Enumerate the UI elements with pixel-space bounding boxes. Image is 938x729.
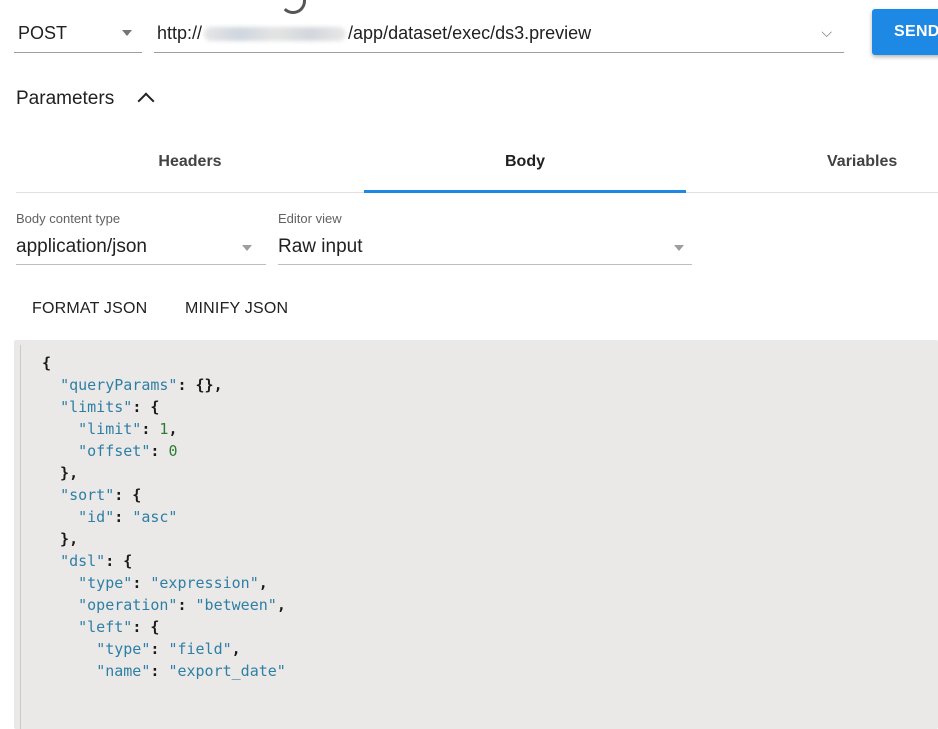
code-token: : (114, 508, 133, 526)
code-token: : {}, (177, 376, 223, 394)
code-token: 0 (168, 442, 178, 460)
code-token: "id" (78, 508, 115, 526)
format-json-button[interactable]: FORMAT JSON (32, 300, 147, 318)
code-token: : (141, 420, 160, 438)
code-token: }, (42, 464, 79, 482)
code-token: "offset" (78, 442, 151, 460)
content-type-value: application/json (16, 236, 147, 257)
code-token: : { (132, 618, 160, 636)
code-token: , (258, 574, 268, 592)
code-line: }, (42, 462, 286, 484)
code-token: : { (132, 398, 160, 416)
code-token: "type" (78, 574, 133, 592)
code-token: : (177, 596, 196, 614)
code-token: "name" (96, 662, 151, 680)
content-type-select[interactable]: application/json (16, 228, 266, 265)
code-token: "sort" (60, 486, 115, 504)
code-token: "left" (78, 618, 133, 636)
code-token: { (42, 354, 52, 372)
code-token: : (150, 662, 169, 680)
dropdown-arrow-icon (674, 245, 684, 251)
code-line: { (42, 352, 286, 374)
editor-view-caption: Editor view (278, 211, 342, 226)
code-token: : { (114, 486, 142, 504)
code-token: , (168, 420, 178, 438)
code-token: }, (42, 530, 79, 548)
minify-json-button[interactable]: MINIFY JSON (185, 300, 288, 318)
url-path: /app/dataset/exec/ds3.preview (348, 23, 592, 43)
code-token: "limit" (78, 420, 142, 438)
send-label: SEND (894, 23, 938, 40)
code-token: , (276, 596, 286, 614)
code-token: : (150, 640, 169, 658)
editor-code[interactable]: { "queryParams": {}, "limits": { "limit"… (42, 352, 286, 682)
code-token: "between" (195, 596, 277, 614)
editor-gutter (20, 345, 21, 729)
code-line: "offset": 0 (42, 440, 286, 462)
url-prefix: http:// (157, 23, 203, 43)
code-token: "field" (168, 640, 232, 658)
code-line: "operation": "between", (42, 594, 286, 616)
code-line: "type": "field", (42, 638, 286, 660)
code-line: "sort": { (42, 484, 286, 506)
editor-view-value: Raw input (278, 236, 363, 257)
code-token: "operation" (78, 596, 178, 614)
code-token: "asc" (132, 508, 178, 526)
loading-spinner-icon (280, 0, 306, 14)
method-value: POST (18, 23, 68, 43)
content-type-caption: Body content type (16, 211, 121, 226)
code-token: "export_date" (168, 662, 286, 680)
code-line: "name": "export_date" (42, 660, 286, 682)
tab-body[interactable]: Body (364, 140, 686, 192)
tab-variables[interactable]: Variables (760, 140, 938, 192)
tab-headers[interactable]: Headers (16, 140, 364, 192)
code-line: "queryParams": {}, (42, 374, 286, 396)
editor-view-select[interactable]: Raw input (278, 228, 692, 265)
send-button[interactable]: SEND (872, 9, 938, 55)
dropdown-arrow-icon (242, 245, 252, 251)
chevron-down-icon[interactable]: ⌵ (821, 24, 832, 41)
code-line: }, (42, 528, 286, 550)
code-token: : { (105, 552, 133, 570)
code-token: , (231, 640, 241, 658)
code-line: "dsl": { (42, 550, 286, 572)
code-line: "limits": { (42, 396, 286, 418)
code-line: "type": "expression", (42, 572, 286, 594)
method-select[interactable]: POST (14, 14, 142, 53)
url-input[interactable]: http:// /app/dataset/exec/ds3.preview ⌵ (154, 14, 844, 53)
code-token: "expression" (150, 574, 259, 592)
redacted-host (204, 27, 347, 42)
code-token: "dsl" (60, 552, 106, 570)
code-token: : (150, 442, 169, 460)
parameters-title[interactable]: Parameters (16, 88, 114, 110)
active-tab-indicator (364, 190, 686, 193)
code-token: "queryParams" (60, 376, 178, 394)
code-token: "limits" (60, 398, 133, 416)
chevron-up-icon[interactable] (137, 92, 155, 110)
code-token: : (132, 574, 151, 592)
code-line: "id": "asc" (42, 506, 286, 528)
dropdown-arrow-icon (122, 30, 132, 36)
url-value: http:// /app/dataset/exec/ds3.preview (157, 23, 591, 44)
code-token: "type" (96, 640, 151, 658)
code-line: "limit": 1, (42, 418, 286, 440)
code-line: "left": { (42, 616, 286, 638)
